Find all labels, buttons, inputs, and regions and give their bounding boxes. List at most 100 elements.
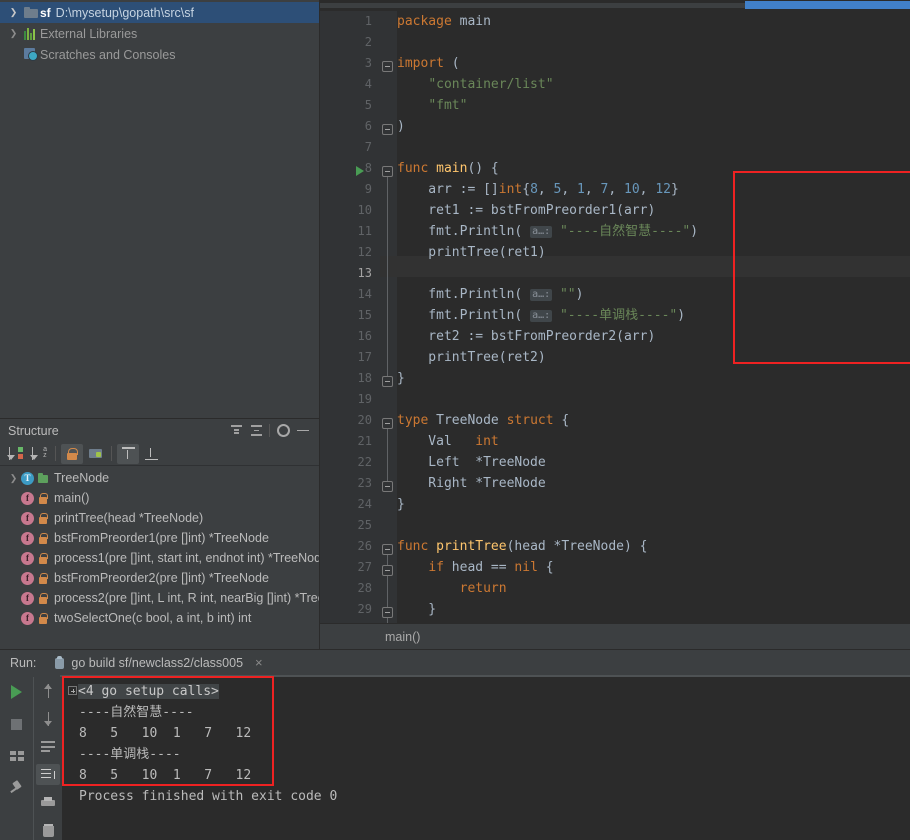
structure-item[interactable]: f process2(pre []int, L int, R int, nearB… <box>0 588 319 608</box>
hide-icon[interactable] <box>293 422 313 440</box>
code-line[interactable]: return <box>397 578 507 599</box>
fold-end-treenode[interactable] <box>382 481 393 492</box>
structure-item-label: bstFromPreorder2(pre []int) *TreeNode <box>54 571 269 585</box>
down-arrow-icon[interactable] <box>36 709 60 730</box>
expand-icon[interactable] <box>68 686 77 695</box>
code-line[interactable]: } <box>397 368 405 389</box>
fold-toggle-printtree[interactable] <box>382 544 393 555</box>
up-arrow-icon[interactable] <box>36 681 60 702</box>
private-visibility-icon <box>38 572 49 584</box>
run-tool-window: Run: go build sf/newclass2/class005 × <4… <box>0 649 910 840</box>
left-panel: ❯ sf D:\mysetup\gopath\src\sf ❯ External Lib… <box>0 0 320 649</box>
code-line[interactable]: func main() { <box>397 158 499 179</box>
layout-icon[interactable] <box>5 745 29 767</box>
scroll-from-source-icon[interactable] <box>117 443 139 464</box>
sort-by-visibility-icon[interactable] <box>5 444 27 464</box>
chevron-right-icon[interactable]: ❯ <box>6 2 21 23</box>
line-number: 20 <box>357 413 372 427</box>
function-badge-icon: f <box>21 491 34 505</box>
structure-header: Structure <box>0 419 319 442</box>
structure-item[interactable]: f bstFromPreorder2(pre []int) *TreeNode <box>0 568 319 588</box>
code-line[interactable]: "container/list" <box>397 74 553 95</box>
project-tree[interactable]: ❯ sf D:\mysetup\gopath\src\sf ❯ External Lib… <box>0 0 319 418</box>
scroll-to-end-icon[interactable] <box>36 764 60 786</box>
code-line[interactable]: ret2 := bstFromPreorder2(arr) <box>397 326 655 347</box>
line-number: 4 <box>364 77 372 91</box>
code-line[interactable]: package main <box>397 11 491 32</box>
code-line[interactable]: Val int <box>397 431 498 452</box>
fold-toggle-import[interactable] <box>382 61 393 72</box>
chevron-right-icon[interactable]: ❯ <box>6 473 21 484</box>
scrollbar-thumb[interactable] <box>745 1 910 9</box>
fold-end-main[interactable] <box>382 376 393 387</box>
fold-toggle-if[interactable] <box>382 565 393 576</box>
scroll-to-source-icon[interactable] <box>140 444 162 464</box>
code-line[interactable]: import ( <box>397 53 460 74</box>
show-non-public-icon[interactable] <box>61 443 83 464</box>
console-collapsed-text[interactable]: <4 go setup calls> <box>78 684 219 699</box>
function-badge-icon: f <box>21 611 34 625</box>
code-line[interactable]: printTree(ret1) <box>397 242 545 263</box>
code-folding-strip[interactable] <box>380 11 397 623</box>
horizontal-scrollbar[interactable] <box>320 0 910 11</box>
chevron-right-icon[interactable]: ❯ <box>6 23 21 44</box>
code-line[interactable]: } <box>397 599 436 620</box>
trash-icon[interactable] <box>36 820 60 840</box>
breadcrumb[interactable]: main() <box>320 623 910 649</box>
code-line[interactable]: ) <box>397 116 405 137</box>
rerun-icon[interactable] <box>5 681 29 703</box>
structure-item-label: bstFromPreorder1(pre []int) *TreeNode <box>54 531 269 545</box>
console-output[interactable]: <4 go setup calls> ----自然智慧---- 8 5 10 1 7… <box>62 677 910 840</box>
code-line[interactable]: fmt.Println( a…: "----单调栈----") <box>397 305 685 326</box>
structure-item[interactable]: ❯ T TreeNode <box>0 468 319 488</box>
fold-end-if[interactable] <box>382 607 393 618</box>
structure-toolbar: az <box>0 442 319 466</box>
fold-toggle-treenode[interactable] <box>382 418 393 429</box>
line-number: 16 <box>357 329 372 343</box>
fold-toggle-main[interactable] <box>382 166 393 177</box>
code-line[interactable]: Left *TreeNode <box>397 452 545 473</box>
line-number: 18 <box>357 371 372 385</box>
code-canvas[interactable]: 1 2 3 4 5 6 7 8 9 10 11 12 13 14 15 16 17 18 19 20 21 22 23 24 2… <box>320 11 910 623</box>
line-number: 29 <box>357 602 372 616</box>
structure-item[interactable]: f twoSelectOne(c bool, a int, b int) int <box>0 608 319 628</box>
code-line[interactable]: type TreeNode struct { <box>397 410 569 431</box>
line-number: 19 <box>357 392 372 406</box>
structure-list[interactable]: ❯ T TreeNode f main() f printTree(head *TreeNo… <box>0 466 319 648</box>
code-line[interactable]: arr := []int{8, 5, 1, 7, 10, 12} <box>397 179 679 200</box>
structure-item[interactable]: f printTree(head *TreeNode) <box>0 508 319 528</box>
code-line[interactable]: Right *TreeNode <box>397 473 545 494</box>
fold-end-import[interactable] <box>382 124 393 135</box>
soft-wrap-icon[interactable] <box>36 737 60 758</box>
project-tree-item[interactable]: Scratches and Consoles <box>0 44 319 65</box>
run-gutter-icon[interactable] <box>356 166 364 176</box>
code-line[interactable]: fmt.Println( a…: "") <box>397 284 583 305</box>
structure-item[interactable]: f main() <box>0 488 319 508</box>
console-text: ----自然智慧---- <box>79 705 194 720</box>
pin-icon[interactable] <box>5 777 29 799</box>
run-tab-title: go build sf/newclass2/class005 <box>71 655 244 670</box>
code-line[interactable]: fmt.Println( a…: "----自然智慧----") <box>397 221 698 242</box>
close-icon[interactable]: × <box>255 655 263 670</box>
structure-item[interactable]: f bstFromPreorder1(pre []int) *TreeNode <box>0 528 319 548</box>
sort-alphabetically-icon[interactable]: az <box>28 444 50 464</box>
code-line[interactable]: } <box>397 494 405 515</box>
code-line[interactable]: if head == nil { <box>397 557 553 578</box>
project-tree-item[interactable]: ❯ External Libraries <box>0 23 319 44</box>
gear-icon[interactable] <box>273 422 293 440</box>
collapse-all-icon[interactable] <box>226 422 246 440</box>
console-line: ----单调栈---- <box>68 744 910 765</box>
code-line[interactable]: "fmt" <box>397 95 467 116</box>
code-line[interactable]: printTree(ret2) <box>397 347 545 368</box>
structure-item[interactable]: f process1(pre []int, start int, endnot i… <box>0 548 319 568</box>
code-line[interactable]: func printTree(head *TreeNode) { <box>397 536 647 557</box>
print-icon[interactable] <box>36 792 60 813</box>
expand-all-icon[interactable] <box>246 422 266 440</box>
code-editor[interactable]: 1 2 3 4 5 6 7 8 9 10 11 12 13 14 15 16 17 18 19 20 21 22 23 24 2… <box>320 0 910 649</box>
project-tree-item[interactable]: ❯ sf D:\mysetup\gopath\src\sf <box>0 2 319 23</box>
structure-item-label: process1(pre []int, start int, endnot in… <box>54 551 319 565</box>
run-tab[interactable]: go build sf/newclass2/class005 × <box>54 655 263 670</box>
code-line[interactable]: ret1 := bstFromPreorder1(arr) <box>397 200 655 221</box>
show-fields-icon[interactable] <box>84 444 106 464</box>
stop-icon[interactable] <box>5 713 29 735</box>
